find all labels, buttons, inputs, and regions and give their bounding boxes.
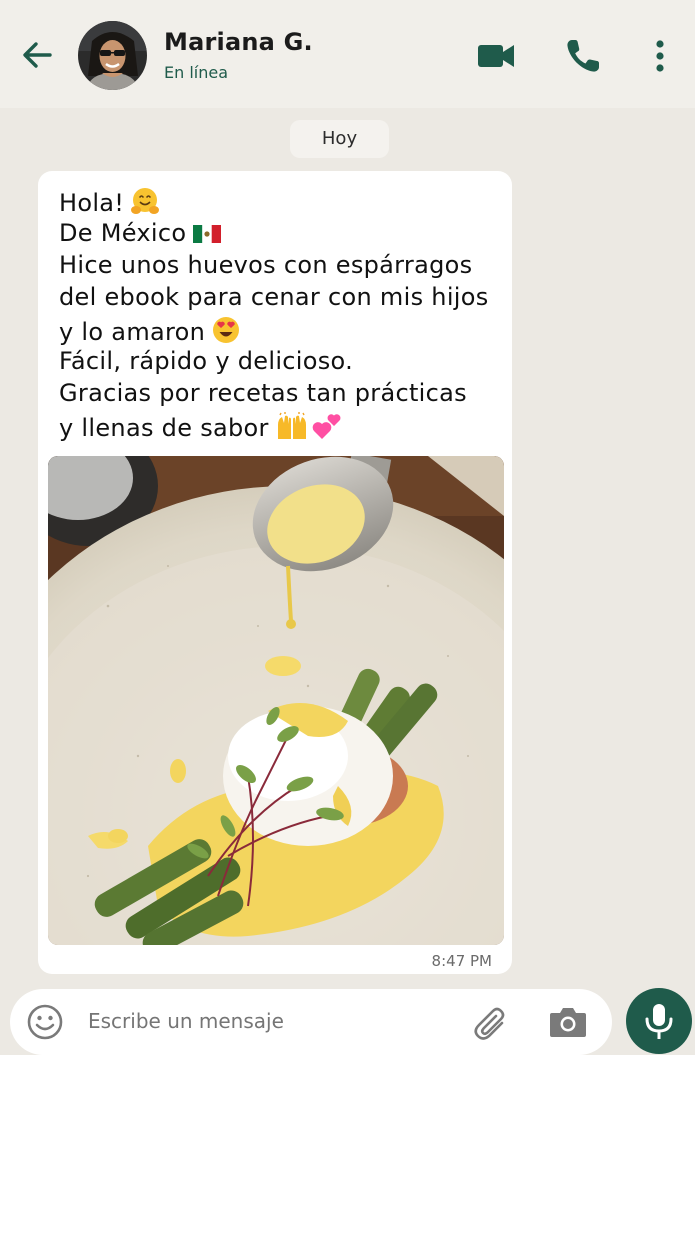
message-bubble[interactable]: Hola! De México Hice unos huevos con esp…: [38, 171, 512, 974]
date-divider: Hoy: [290, 120, 389, 158]
emoji-icon[interactable]: [26, 1003, 64, 1041]
phone-icon[interactable]: [564, 37, 602, 75]
message-timestamp: 8:47 PM: [431, 952, 492, 970]
message-line-6: Fácil, rápido y delicioso.: [59, 347, 354, 375]
message-text: y lo amaron: [59, 318, 206, 346]
message-text: De México: [59, 219, 187, 247]
message-line-7: Gracias por recetas tan prácticas: [59, 379, 467, 407]
attach-icon[interactable]: [472, 1003, 510, 1043]
back-arrow-icon[interactable]: [18, 36, 56, 74]
more-vert-icon[interactable]: [648, 36, 672, 76]
mexico-flag-emoji: [193, 225, 222, 243]
food-photo: [48, 456, 504, 945]
video-call-icon[interactable]: [476, 40, 516, 72]
message-text: y llenas de sabor: [59, 414, 269, 442]
avatar-photo: [78, 21, 147, 90]
two-hearts-emoji: [312, 414, 341, 439]
composer-bar: [10, 989, 612, 1055]
chat-screen: Mariana G. En línea Hoy Hola! De México …: [0, 0, 695, 1055]
message-photo[interactable]: [48, 456, 504, 945]
contact-name[interactable]: Mariana G.: [164, 28, 313, 56]
message-line-2: De México: [59, 219, 222, 247]
message-line-3: Hice unos huevos con espárragos: [59, 251, 473, 279]
avatar[interactable]: [78, 21, 147, 90]
hugging-face-emoji: [131, 188, 160, 214]
message-line-1: Hola!: [59, 186, 160, 217]
raised-hands-emoji: [277, 412, 306, 439]
mic-button[interactable]: [626, 988, 692, 1054]
chat-header: Mariana G. En línea: [0, 0, 695, 108]
message-line-4: del ebook para cenar con mis hijos: [59, 283, 489, 311]
message-text: Hola!: [59, 189, 125, 217]
message-input[interactable]: [88, 1009, 448, 1033]
message-line-8: y llenas de sabor: [59, 411, 343, 442]
mic-icon: [645, 1004, 673, 1039]
camera-icon[interactable]: [548, 1004, 588, 1040]
contact-status: En línea: [164, 63, 229, 82]
heart-eyes-emoji: [213, 317, 240, 343]
message-line-5: y lo amaron: [59, 315, 241, 346]
